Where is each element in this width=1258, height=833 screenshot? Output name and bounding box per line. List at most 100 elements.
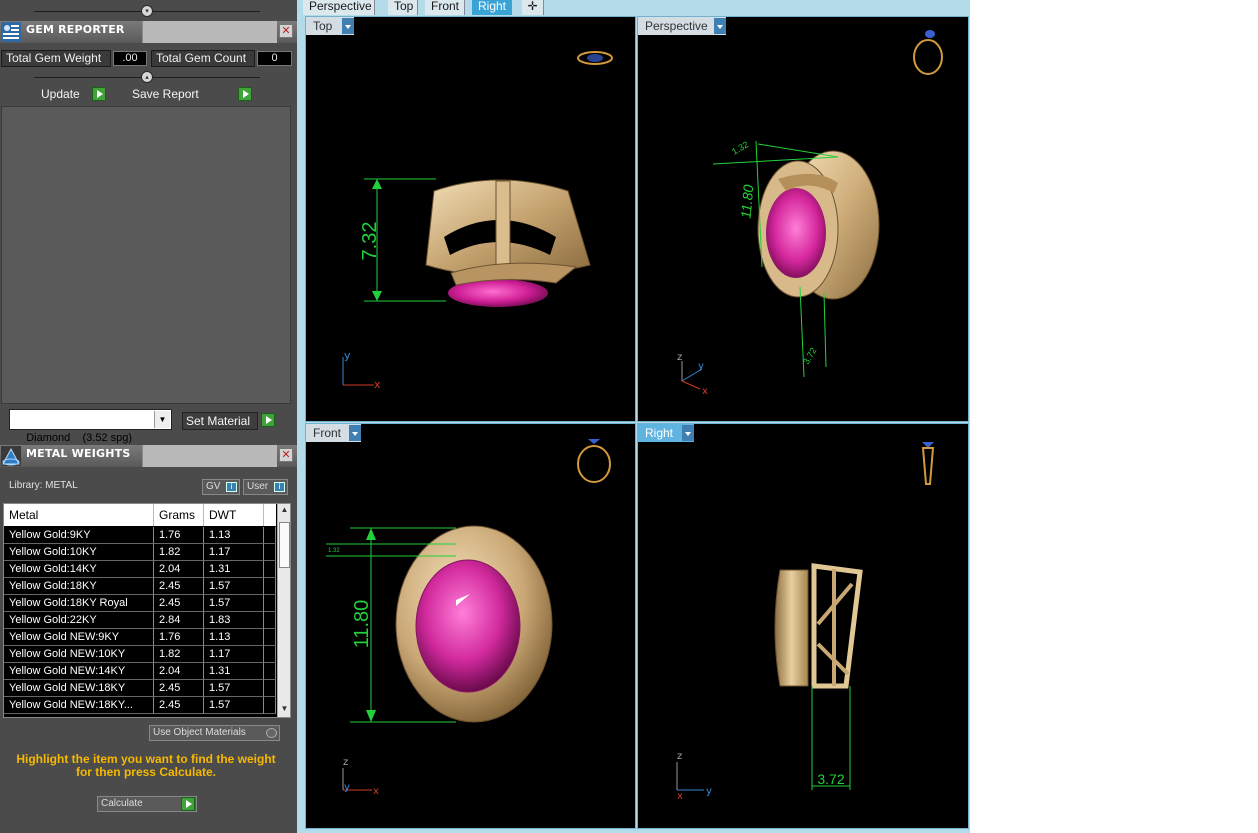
table-row[interactable]: Yellow Gold NEW:9KY 1.76 1.13 <box>4 629 276 646</box>
empty-cell <box>264 697 276 714</box>
metal-weights-title: METAL WEIGHTS <box>26 447 131 460</box>
save-report-go-icon[interactable] <box>238 87 252 101</box>
material-select[interactable]: Diamond (3.52 spg) ▼ <box>9 409 172 444</box>
empty-cell <box>264 527 276 544</box>
metal-cell: Yellow Gold:18KY Royal <box>4 595 154 612</box>
dwt-cell: 1.13 <box>204 527 264 544</box>
dwt-cell: 1.83 <box>204 612 264 629</box>
dwt-cell: 1.57 <box>204 697 264 714</box>
tab-right[interactable]: Right <box>472 0 512 15</box>
grams-cell: 1.76 <box>154 527 204 544</box>
table-row[interactable]: Yellow Gold:22KY 2.84 1.83 <box>4 612 276 629</box>
empty-cell <box>264 544 276 561</box>
ring-thumbnail-icon <box>577 439 611 483</box>
use-object-materials-label: Use Object Materials <box>153 727 246 738</box>
scrollbar-thumb[interactable] <box>279 522 290 568</box>
hint-text: Highlight the item you want to find the … <box>4 753 288 779</box>
table-row[interactable]: Yellow Gold NEW:14KY 2.04 1.31 <box>4 663 276 680</box>
table-row[interactable]: Yellow Gold:9KY 1.76 1.13 <box>4 527 276 544</box>
save-report-button[interactable]: Save Report <box>132 86 232 103</box>
table-row[interactable]: Yellow Gold NEW:18KY... 2.45 1.57 <box>4 697 276 714</box>
gv-toggle[interactable]: GV i <box>202 479 240 495</box>
update-go-icon[interactable] <box>92 87 106 101</box>
gem-list-area[interactable] <box>1 106 291 404</box>
user-label: User <box>247 481 269 492</box>
close-icon[interactable]: ✕ <box>279 448 293 462</box>
metal-weights-table: Metal Grams DWT Yellow Gold:9KY 1.76 1.13 Y… <box>3 503 291 718</box>
table-row[interactable]: Yellow Gold:14KY 2.04 1.31 <box>4 561 276 578</box>
total-gem-weight-value: .00 <box>113 51 147 66</box>
metal-cell: Yellow Gold NEW:14KY <box>4 663 154 680</box>
calculate-go-icon[interactable] <box>181 797 195 811</box>
add-tab-icon[interactable]: ✛ <box>522 0 544 15</box>
empty-cell <box>264 680 276 697</box>
column-header-dwt[interactable]: DWT <box>204 504 264 526</box>
total-gem-count-label: Total Gem Count <box>151 50 255 67</box>
close-icon[interactable]: ✕ <box>279 24 293 38</box>
scroll-down-icon[interactable]: ▼ <box>278 704 290 717</box>
scroll-up-icon[interactable]: ▲ <box>278 505 290 519</box>
dimension-label: 11.80 <box>351 600 373 649</box>
library-label: Library: METAL <box>9 480 78 491</box>
tab-top[interactable]: Top <box>388 0 418 15</box>
table-row[interactable]: Yellow Gold:18KY Royal 2.45 1.57 <box>4 595 276 612</box>
grams-cell: 2.45 <box>154 680 204 697</box>
set-material-button[interactable]: Set Material <box>182 412 258 430</box>
metal-cell: Yellow Gold NEW:9KY <box>4 629 154 646</box>
mid-slider-handle[interactable]: ▴ <box>141 71 153 83</box>
tab-front[interactable]: Front <box>425 0 465 15</box>
axis-y-label: y <box>706 786 712 797</box>
metal-weights-header: METAL WEIGHTS ✕ <box>0 445 297 467</box>
left-panel: ▾ GEM REPORTER ✕ Total Gem Weight .00 To… <box>0 0 297 833</box>
small-dimension-label: 1.32 <box>730 139 750 156</box>
table-row[interactable]: Yellow Gold NEW:18KY 2.45 1.57 <box>4 680 276 697</box>
dwt-cell: 1.57 <box>204 578 264 595</box>
empty-cell <box>264 629 276 646</box>
table-header: Metal Grams DWT <box>4 504 276 526</box>
set-material-go-icon[interactable] <box>261 413 275 427</box>
grams-cell: 1.82 <box>154 646 204 663</box>
gem-shape <box>415 559 521 693</box>
top-slider-handle[interactable]: ▾ <box>141 5 153 17</box>
header-tab-area <box>142 445 277 467</box>
viewport-top[interactable]: Top 7.32 y x <box>305 16 636 422</box>
viewport-right[interactable]: Right 3.72 z x y <box>637 423 969 829</box>
height-dimension-label: 11.80 <box>738 184 757 219</box>
ring-thumbnail-icon <box>577 51 613 65</box>
use-object-materials-toggle[interactable]: Use Object Materials <box>149 725 280 741</box>
metal-cell: Yellow Gold:10KY <box>4 544 154 561</box>
empty-cell <box>264 561 276 578</box>
metal-cell: Yellow Gold:9KY <box>4 527 154 544</box>
dimension-label: 7.32 <box>359 222 381 261</box>
small-dimension-label: 1.32 <box>328 548 340 554</box>
dimension-label: 3.72 <box>817 771 844 787</box>
viewport-front[interactable]: Front 11.80 1.32 z y x <box>305 423 636 829</box>
metal-cell: Yellow Gold NEW:18KY... <box>4 697 154 714</box>
user-toggle[interactable]: User i <box>243 479 288 495</box>
gem-shape <box>766 188 826 278</box>
viewport-perspective[interactable]: Perspective 11.80 1.32 3.72 z y x <box>637 16 969 422</box>
grams-cell: 2.45 <box>154 595 204 612</box>
column-header-grams[interactable]: Grams <box>154 504 204 526</box>
total-gem-count-value: 0 <box>257 51 292 66</box>
axis-x-label: x <box>677 791 683 802</box>
gv-label: GV <box>206 481 221 492</box>
empty-cell <box>264 578 276 595</box>
gem-reporter-title: GEM REPORTER <box>26 23 125 36</box>
dwt-cell: 1.13 <box>204 629 264 646</box>
update-button[interactable]: Update <box>41 86 91 103</box>
table-row[interactable]: Yellow Gold:10KY 1.82 1.17 <box>4 544 276 561</box>
info-icon: i <box>274 482 285 492</box>
empty-cell <box>264 663 276 680</box>
table-scrollbar[interactable]: ▲ ▼ <box>277 504 290 717</box>
metal-cell: Yellow Gold:22KY <box>4 612 154 629</box>
column-header-metal[interactable]: Metal <box>4 504 154 526</box>
chevron-down-icon[interactable]: ▼ <box>154 411 170 428</box>
empty-cell <box>264 646 276 663</box>
grams-cell: 2.84 <box>154 612 204 629</box>
table-row[interactable]: Yellow Gold NEW:10KY 1.82 1.17 <box>4 646 276 663</box>
tab-perspective[interactable]: Perspective <box>303 0 375 15</box>
table-row[interactable]: Yellow Gold:18KY 2.45 1.57 <box>4 578 276 595</box>
grams-cell: 2.45 <box>154 578 204 595</box>
axis-y-label: y <box>698 361 704 372</box>
